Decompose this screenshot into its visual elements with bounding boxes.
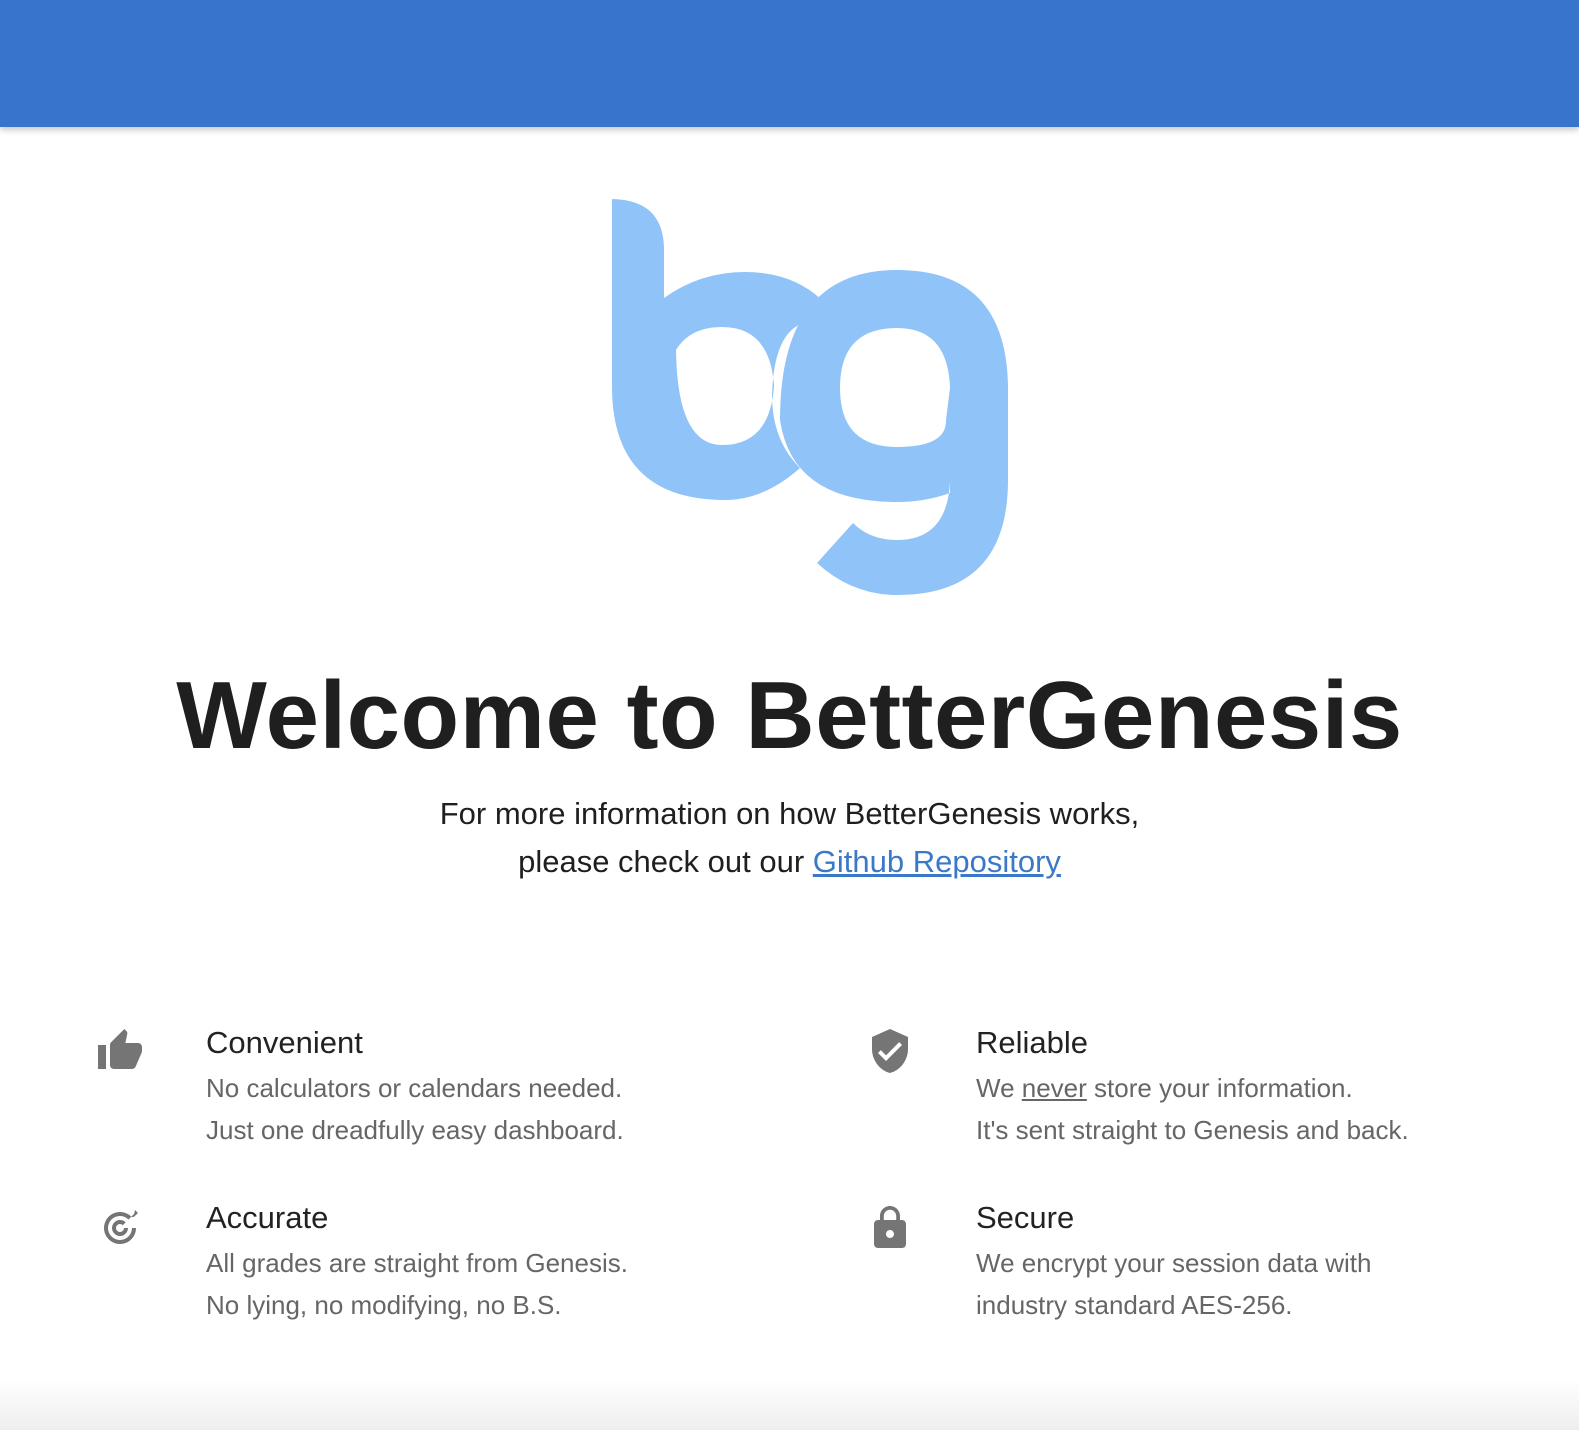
target-icon <box>104 1210 138 1244</box>
intro-line-2-prefix: please check out our <box>518 844 805 879</box>
page-title: Welcome to BetterGenesis <box>176 662 1403 769</box>
intro-text: For more information on how BetterGenesi… <box>0 790 1579 886</box>
feature-title: Secure <box>976 1200 1075 1235</box>
bg-logo <box>612 199 1008 595</box>
feature-description: All grades are straight from Genesis. No… <box>206 1242 628 1326</box>
verified-shield-icon <box>872 1029 908 1073</box>
thumbs-up-icon <box>98 1029 142 1069</box>
feature-line-2: It's sent straight to Genesis and back. <box>976 1115 1409 1145</box>
github-repository-link[interactable]: Github Repository <box>813 844 1061 879</box>
feature-line-2: No lying, no modifying, no B.S. <box>206 1290 562 1320</box>
feature-line-2: Just one dreadfully easy dashboard. <box>206 1115 624 1145</box>
feature-line-1: No calculators or calendars needed. <box>206 1073 623 1103</box>
feature-line-1: We never store your information. <box>976 1067 1409 1109</box>
lock-icon <box>874 1206 906 1248</box>
feature-line-1-suffix: store your information. <box>1094 1073 1353 1103</box>
feature-title: Reliable <box>976 1025 1089 1060</box>
bottom-shadow <box>0 1380 1579 1430</box>
intro-line-2: please check out our Github Repository <box>0 838 1579 886</box>
feature-line-2: industry standard AES-256. <box>976 1290 1293 1320</box>
feature-description: We encrypt your session data with indust… <box>976 1242 1371 1326</box>
logo-letter-g <box>780 270 1008 595</box>
feature-description: We never store your information. It's se… <box>976 1067 1409 1151</box>
feature-description: No calculators or calendars needed. Just… <box>206 1067 624 1151</box>
app-bar <box>0 0 1579 127</box>
feature-title: Accurate <box>206 1200 329 1235</box>
intro-line-1: For more information on how BetterGenesi… <box>439 796 1140 831</box>
feature-line-1: All grades are straight from Genesis. <box>206 1248 628 1278</box>
feature-line-1-prefix: We <box>976 1073 1015 1103</box>
feature-emphasis-never: never <box>1021 1073 1087 1103</box>
feature-line-1: We encrypt your session data with <box>976 1248 1372 1278</box>
feature-title: Convenient <box>206 1025 363 1060</box>
